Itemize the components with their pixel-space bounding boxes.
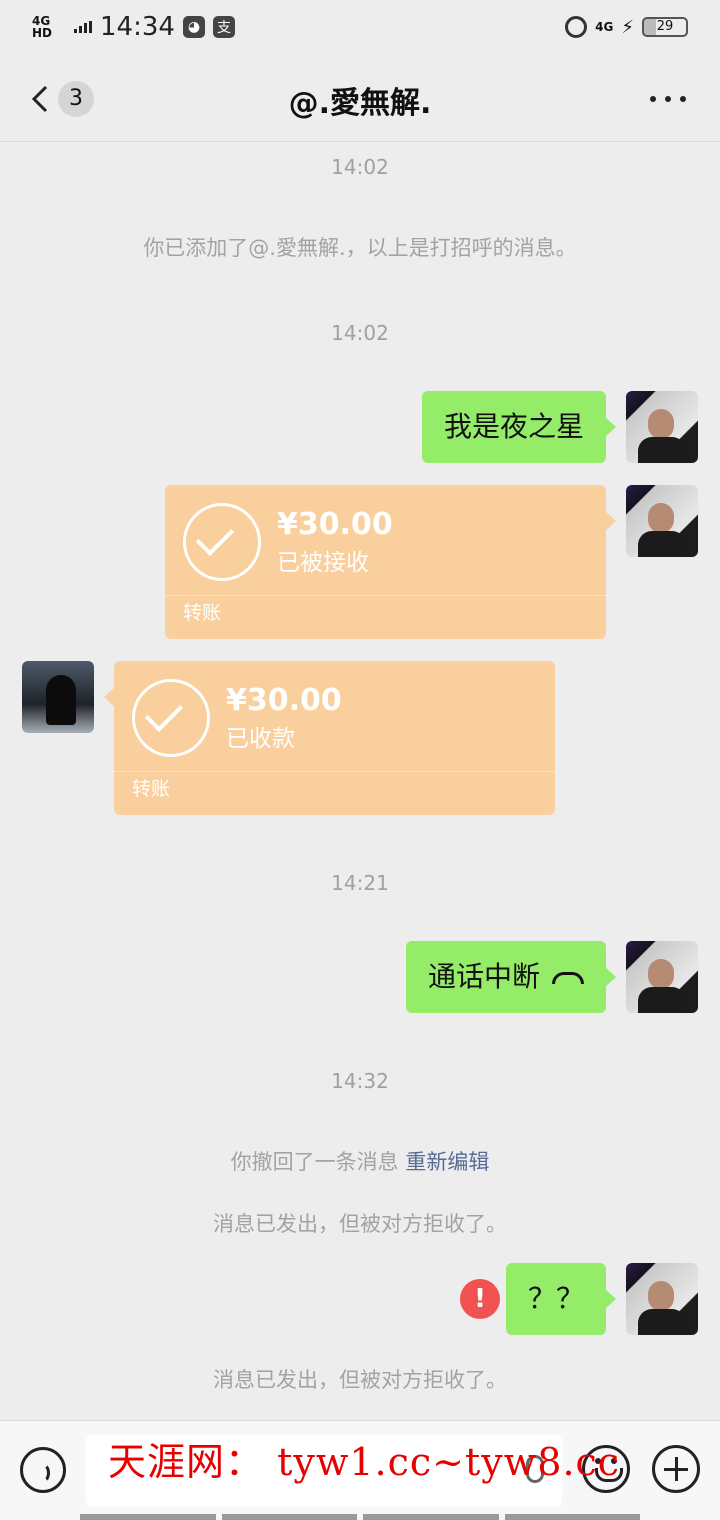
my-avatar[interactable]	[626, 1263, 698, 1335]
divider	[114, 771, 555, 772]
transfer-card-received[interactable]: ¥30.00 已收款 转账	[104, 661, 555, 815]
system-message-rejected: 消息已发出，但被对方拒收了。	[213, 1368, 507, 1392]
system-message-rejected: 消息已发出，但被对方拒收了。	[213, 1212, 507, 1236]
system-message-recall: 你撤回了一条消息 重新编辑	[0, 1146, 720, 1176]
timestamp: 14:21	[331, 871, 389, 895]
alarm-icon	[565, 16, 588, 38]
watermark-text: 天涯网： tyw1.cc~tyw8.cc	[108, 1440, 621, 1484]
input-bar: 天涯网： tyw1.cc~tyw8.cc	[0, 1420, 720, 1520]
message-bubble-intro[interactable]: 我是夜之星	[421, 391, 617, 463]
timestamp: 14:02	[331, 155, 389, 179]
navigation-bar	[80, 1514, 640, 1520]
signal-icon	[74, 21, 92, 33]
timestamp: 14:02	[331, 321, 389, 345]
battery-indicator: 29	[642, 17, 688, 37]
status-bar: 4G HD 14:34 ◕ 支 4G ⚡ 29	[0, 0, 720, 56]
chat-title: @.愛無解.	[288, 86, 432, 121]
contact-avatar[interactable]	[22, 661, 94, 733]
call-interrupted-bubble[interactable]: 通话中断	[405, 941, 617, 1013]
plus-circle-icon[interactable]	[652, 1445, 700, 1493]
transfer-label: 转账	[132, 778, 171, 800]
charging-icon: ⚡	[621, 16, 634, 38]
alipay-notification-icon: 支	[212, 16, 235, 38]
error-icon[interactable]: !	[460, 1279, 500, 1319]
network-indicator: 4G HD	[32, 14, 53, 40]
status-time: 14:34	[100, 12, 175, 42]
unread-count-badge[interactable]: 3	[58, 81, 94, 117]
chevron-left-icon[interactable]	[30, 84, 50, 114]
transfer-status: 已收款	[226, 726, 295, 752]
voice-icon[interactable]	[20, 1447, 66, 1493]
re-edit-link[interactable]: 重新编辑	[405, 1150, 489, 1174]
divider	[165, 595, 606, 596]
check-circle-icon	[132, 679, 210, 757]
transfer-amount: ¥30.00	[226, 683, 342, 718]
call-status-text: 通话中断	[427, 960, 540, 993]
transfer-card-sent[interactable]: ¥30.00 已被接收 转账	[165, 485, 616, 639]
timestamp: 14:32	[331, 1069, 389, 1093]
system-message-added: 你已添加了@.愛無解.，以上是打招呼的消息。	[143, 236, 577, 260]
message-bubble-question[interactable]: ？？	[505, 1263, 617, 1335]
transfer-label: 转账	[183, 602, 222, 624]
wechat-notification-icon: ◕	[182, 16, 205, 38]
my-avatar[interactable]	[626, 941, 698, 1013]
more-dots-icon[interactable]	[650, 96, 686, 102]
phone-hangup-icon	[552, 972, 584, 984]
chat-header: 3 @.愛無解.	[0, 56, 720, 142]
transfer-amount: ¥30.00	[277, 507, 393, 542]
check-circle-icon	[183, 503, 261, 581]
my-avatar[interactable]	[626, 485, 698, 557]
my-avatar[interactable]	[626, 391, 698, 463]
transfer-status: 已被接收	[277, 550, 369, 576]
recall-text: 你撤回了一条消息	[230, 1150, 399, 1174]
network-4g-indicator: 4G	[595, 19, 614, 34]
